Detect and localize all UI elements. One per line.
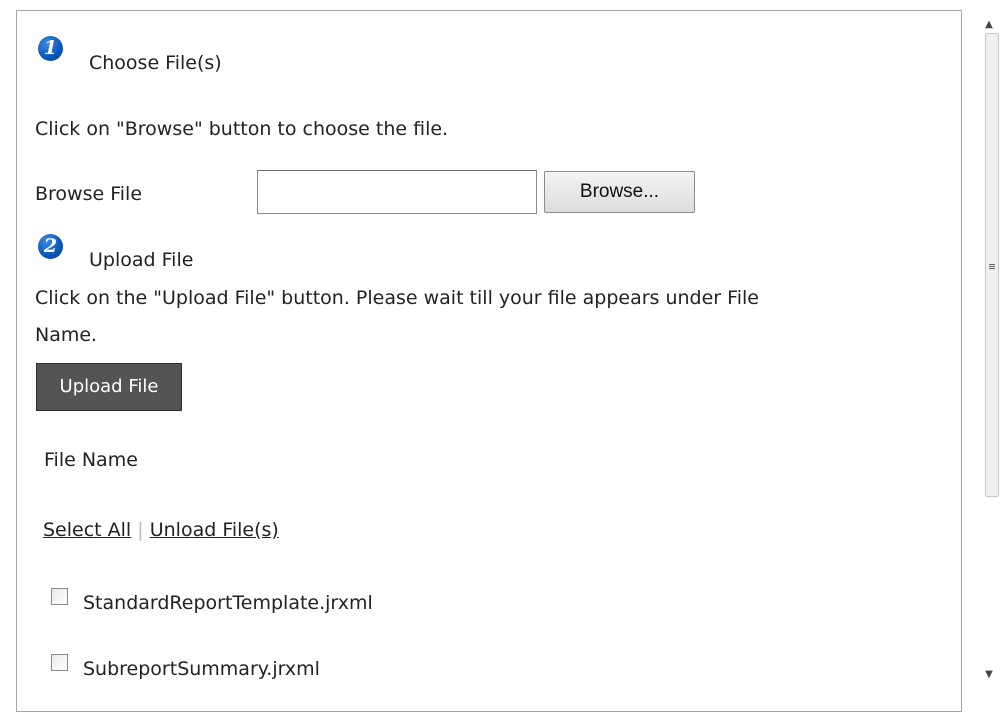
file-name-header: File Name [44,449,138,471]
file-checkbox[interactable] [51,654,68,671]
file-path-input[interactable] [257,170,537,214]
step-two-icon: 2 [38,234,63,259]
browse-file-label: Browse File [35,183,143,205]
step-two-title: Upload File [89,249,194,271]
browse-button[interactable]: Browse... [544,171,695,213]
step-one-icon: 1 [38,36,63,61]
upload-instruction-line1: Click on the "Upload File" button. Pleas… [35,287,759,309]
unload-files-link[interactable]: Unload File(s) [150,519,279,541]
upload-instruction-line2: Name. [35,324,98,346]
select-all-link[interactable]: Select All [43,519,131,541]
upload-file-button[interactable]: Upload File [36,363,182,411]
scroll-down-icon[interactable]: ▼ [978,664,1000,686]
browse-instruction: Click on "Browse" button to choose the f… [35,118,449,140]
file-checkbox[interactable] [51,588,68,605]
file-actions: Select All | Unload File(s) [43,519,279,541]
step-one-title: Choose File(s) [89,52,222,74]
file-name: SubreportSummary.jrxml [83,658,320,680]
thumb-grip [989,268,995,269]
thumb-grip [989,264,995,265]
scrollbar-thumb[interactable] [985,33,999,497]
file-name: StandardReportTemplate.jrxml [83,592,373,614]
thumb-grip [989,266,995,267]
actions-separator: | [137,519,144,541]
